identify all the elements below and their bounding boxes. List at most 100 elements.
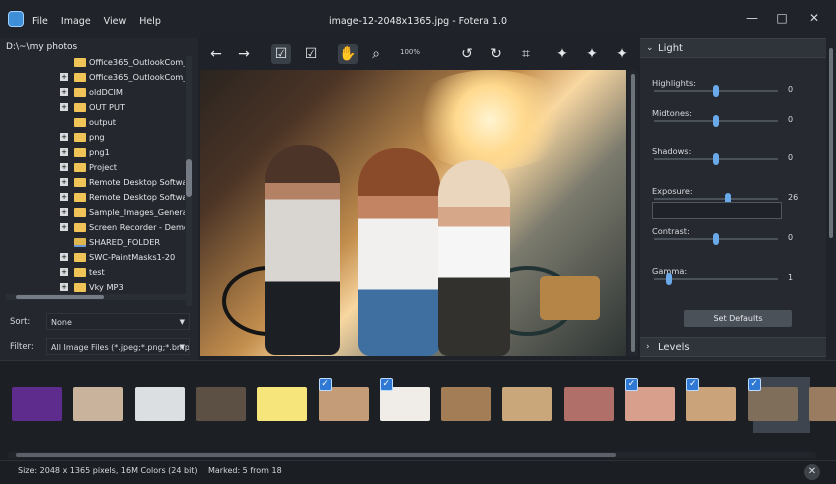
highlights-value: 0 [788,85,794,94]
tree-horizontal-scroll-thumb[interactable] [16,295,104,299]
tree-item[interactable]: + Screen Recorder - Demo C [0,220,186,235]
rotate-right-icon[interactable]: ↻ [486,44,506,64]
select-all-icon[interactable]: ☑ [271,44,291,64]
shadows-slider-knob[interactable] [713,153,719,165]
thumbnail[interactable] [625,387,675,421]
tree-item[interactable]: + Office365_OutlookCom_tri [0,70,186,85]
menu-image[interactable]: Image [61,16,91,27]
folder-icon [74,73,86,82]
tree-item[interactable]: + Remote Desktop Software [0,175,186,190]
thumbnail[interactable] [257,387,308,421]
gamma-slider-knob[interactable] [665,273,672,285]
maximize-button[interactable]: □ [770,10,794,26]
tree-item-label: Vky MP3 [89,282,124,292]
thumbnail[interactable] [195,387,246,421]
close-button[interactable]: ✕ [802,10,826,26]
hand-icon[interactable]: ✋ [338,44,358,64]
highlights-label: Highlights: [652,78,696,88]
tree-item[interactable]: + test [0,265,186,280]
light-section-header[interactable]: ⌄ Light [640,38,826,58]
set-defaults-button[interactable]: Set Defaults [684,310,792,327]
thumbnail-scrollbar[interactable] [8,452,816,458]
tree-item[interactable]: + SWC-PaintMasks1-20 [0,250,186,265]
tree-item[interactable]: + Vky MP3 [0,280,186,295]
expand-icon[interactable]: + [60,193,68,201]
filter-label: Filter: [10,342,34,352]
filter-dropdown[interactable]: All Image Files (*.jpeg;*.png;*.bmp; ▼ [46,338,190,355]
folder-icon [74,133,86,142]
thumbnail[interactable] [686,387,737,421]
thumbnail[interactable] [502,387,553,421]
exposure-label: Exposure: [652,186,693,196]
expand-icon[interactable]: + [60,283,68,291]
checkbox-icon[interactable]: ✓ [379,378,393,391]
image-viewer[interactable] [200,70,626,356]
magic1-icon[interactable]: ✦ [552,44,572,64]
tree-item-label: png [89,132,105,142]
expand-icon[interactable]: + [60,208,68,216]
menu-view[interactable]: View [104,16,127,27]
thumbnail[interactable] [563,387,614,421]
minimize-button[interactable]: — [740,10,764,26]
sort-dropdown[interactable]: None ▼ [46,313,190,330]
adjustments-scroll-thumb[interactable] [829,48,833,238]
tree-item-label: oldDCIM [89,87,123,97]
forward-icon[interactable]: → [234,44,254,64]
back-icon[interactable]: ← [206,44,226,64]
expand-icon[interactable]: + [60,73,68,81]
expand-icon[interactable]: + [60,268,68,276]
tree-item[interactable]: + png [0,130,186,145]
adjustments-scrollbar[interactable] [826,38,836,360]
chevron-down-icon: ⌄ [646,43,654,53]
menu-help[interactable]: Help [139,16,161,27]
tree-item[interactable]: Office365_OutlookCom_de [0,55,186,70]
thumbnail[interactable] [808,387,836,421]
thumbnail[interactable] [73,387,124,421]
expand-icon[interactable]: + [60,148,68,156]
exposure-slider-track[interactable] [654,198,778,200]
checkbox-icon[interactable]: ✓ [686,378,700,391]
tree-item[interactable]: + Project [0,160,186,175]
tree-item[interactable]: + oldDCIM [0,85,186,100]
rotate-left-icon[interactable]: ↺ [457,44,477,64]
checkbox-icon[interactable]: ✓ [625,378,638,391]
tree-item[interactable]: + OUT PUT [0,100,186,115]
gamma-slider-track[interactable] [654,278,778,280]
viewer-scrollbar[interactable] [628,70,638,356]
tree-item[interactable]: + Sample_Images_General [0,205,186,220]
close-icon[interactable]: ✕ [804,464,820,480]
expand-icon[interactable]: + [60,103,68,111]
tree-item[interactable]: SHARED_FOLDER [0,235,186,250]
tree-item[interactable]: + png1 [0,145,186,160]
thumbnail[interactable] [134,387,185,421]
checkbox-icon[interactable]: ✓ [318,378,332,391]
magic2-icon[interactable]: ✦ [582,44,602,64]
select-icon[interactable]: ☑ [301,44,321,64]
magic3-icon[interactable]: ✦ [612,44,632,64]
expand-icon[interactable]: + [60,88,68,96]
expand-icon[interactable]: + [60,253,68,261]
highlights-slider-knob[interactable] [713,85,719,97]
thumbnail[interactable] [12,387,62,421]
tree-item[interactable]: + Remote Desktop Software [0,190,186,205]
viewer-scroll-thumb[interactable] [631,74,635,352]
file-browser-panel: D:\~\my photos Office365_OutlookCom_de+O… [0,38,198,360]
expand-icon[interactable]: + [60,223,68,231]
expand-icon[interactable]: + [60,133,68,141]
menu-file[interactable]: File [32,16,48,27]
thumbnail[interactable] [441,387,492,421]
thumbnail[interactable] [318,387,369,421]
expand-icon[interactable]: + [60,178,68,186]
zoom-icon[interactable]: ⌕ [366,44,386,64]
thumbnail[interactable] [747,387,798,421]
thumbnail[interactable] [379,387,430,421]
checkbox-icon[interactable]: ✓ [747,378,761,391]
contrast-slider-knob[interactable] [713,233,719,245]
thumbnail-scroll-thumb[interactable] [16,453,616,457]
expand-icon[interactable]: + [60,163,68,171]
tree-item[interactable]: output [0,115,186,130]
crop-icon[interactable]: ⌗ [516,44,536,64]
levels-section-header[interactable]: › Levels [640,337,826,357]
tree-vertical-scroll-thumb[interactable] [186,159,192,197]
midtones-slider-knob[interactable] [713,115,719,127]
